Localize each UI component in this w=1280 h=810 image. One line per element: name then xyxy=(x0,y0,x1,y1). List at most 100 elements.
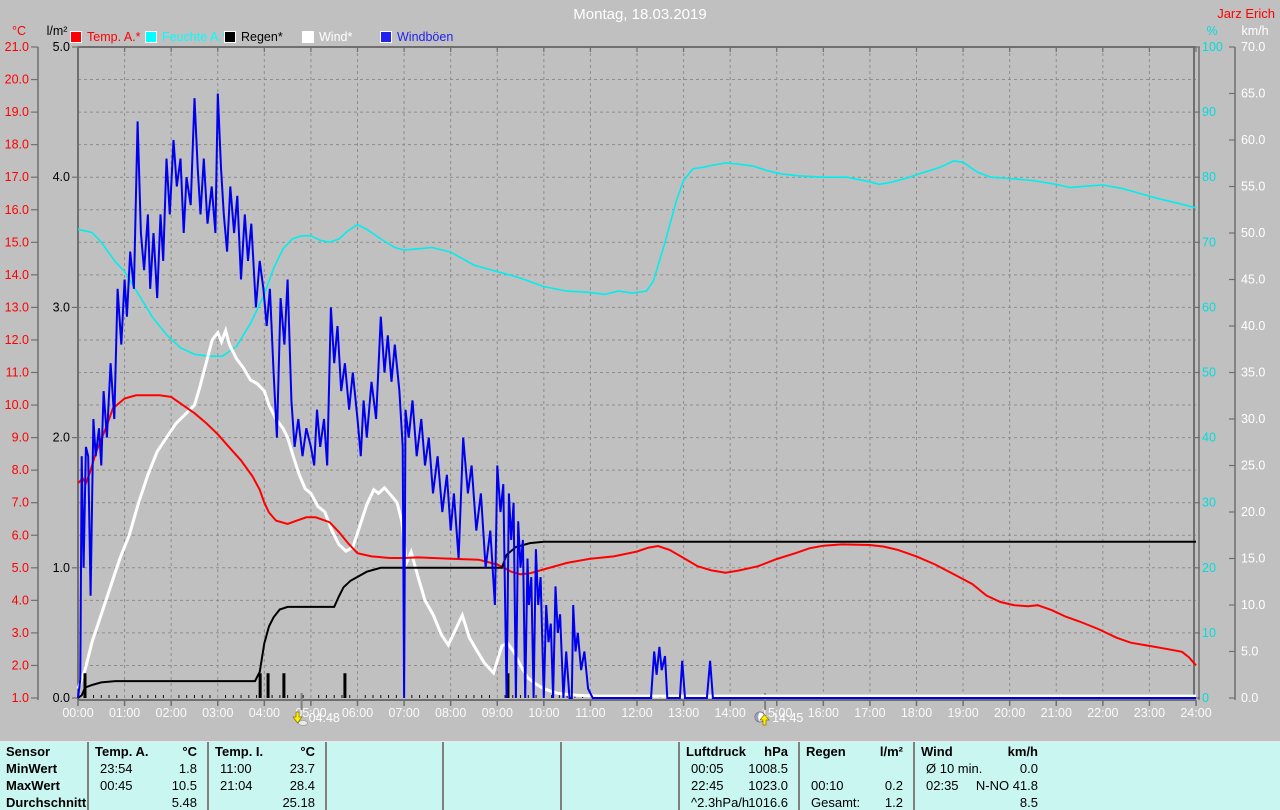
x-minute-tick xyxy=(302,695,304,698)
x-minute-tick xyxy=(341,695,343,698)
temp-axis-tick-label: 14.0 xyxy=(5,268,29,282)
x-minute-tick xyxy=(155,695,157,698)
x-minute-tick xyxy=(481,695,483,698)
x-minute-tick xyxy=(349,695,351,698)
x-axis-tick-label: 00:00 xyxy=(62,706,93,720)
x-minute-tick xyxy=(193,695,195,698)
x-minute-tick xyxy=(388,695,390,698)
temp-axis-tick-label: 11.0 xyxy=(6,366,29,380)
rain-intensity-bar xyxy=(343,673,347,698)
humidity-axis-tick-label: 20 xyxy=(1202,561,1216,575)
x-minute-tick xyxy=(558,695,560,698)
x-minute-tick xyxy=(473,695,475,698)
humidity-axis-tick-label: 10 xyxy=(1202,626,1216,640)
x-minute-tick xyxy=(294,695,296,698)
rain-axis-tick-label: 2.0 xyxy=(53,431,70,445)
x-minute-tick xyxy=(527,695,529,698)
weather-chart-plot: 21.0 20.0 19.0 18.0 17.0 16.0 15.0 14.0 13.0 12.0… xyxy=(5,40,1266,720)
x-axis-tick-label: 09:00 xyxy=(482,706,513,720)
stats-table: Sensor MinWert MaxWert Durchschnitt Temp. A.… xyxy=(0,741,1280,810)
x-axis-tick-label: 13:00 xyxy=(668,706,699,720)
rain-axis-tick-label: 1.0 xyxy=(53,561,70,575)
table-cell-value: 10.5 xyxy=(171,778,197,793)
table-cell-value: 23.7 xyxy=(289,761,315,776)
x-minute-tick xyxy=(100,695,102,698)
table-column-separator xyxy=(325,742,327,810)
x-axis-tick-label: 14:00 xyxy=(715,706,746,720)
x-minute-tick xyxy=(93,695,95,698)
x-minute-tick xyxy=(240,695,242,698)
windspeed-axis-tick-label: 50.0 xyxy=(1241,226,1265,240)
windspeed-axis-tick-label: 60.0 xyxy=(1241,133,1265,147)
table-column-separator xyxy=(207,742,209,810)
temp-axis-tick-label: 4.0 xyxy=(12,593,29,607)
table-cell-value: 1008.5 xyxy=(748,761,788,776)
temp-axis-tick-label: 5.0 xyxy=(12,561,29,575)
x-axis-tick-label: 21:00 xyxy=(1041,706,1072,720)
temp-axis-tick-label: 1.0 xyxy=(12,691,29,705)
x-minute-tick xyxy=(186,695,188,698)
table-column-unit: l/m² xyxy=(879,744,903,759)
table-cell-value: 25.18 xyxy=(282,795,315,810)
x-minute-tick xyxy=(279,695,281,698)
x-axis-tick-label: 08:00 xyxy=(435,706,466,720)
temp-axis-tick-label: 16.0 xyxy=(5,203,29,217)
x-minute-tick xyxy=(318,695,320,698)
moonrise-time-marker: 14:45 xyxy=(754,711,803,726)
windspeed-axis-tick-label: 20.0 xyxy=(1241,505,1265,519)
table-row-label: MinWert xyxy=(6,761,58,776)
x-minute-tick xyxy=(333,695,335,698)
table-cell-value: 28.4 xyxy=(289,778,315,793)
x-axis-tick-label: 10:00 xyxy=(528,706,559,720)
windspeed-axis-tick-label: 65.0 xyxy=(1241,87,1265,101)
x-axis-tick-label: 16:00 xyxy=(808,706,839,720)
x-axis-tick-label: 23:00 xyxy=(1134,706,1165,720)
x-axis-tick-label: 20:00 xyxy=(994,706,1025,720)
x-minute-tick xyxy=(271,695,273,698)
table-cell-value: 1016.6 xyxy=(748,795,788,810)
x-axis-tick-label: 07:00 xyxy=(388,706,419,720)
humidity-axis-tick-label: 60 xyxy=(1202,300,1216,314)
x-minute-tick xyxy=(147,695,149,698)
x-minute-tick xyxy=(535,695,537,698)
x-minute-tick xyxy=(232,695,234,698)
temp-axis-tick-label: 2.0 xyxy=(12,658,29,672)
x-minute-tick xyxy=(419,695,421,698)
x-minute-tick xyxy=(209,695,211,698)
x-minute-tick xyxy=(512,695,514,698)
x-minute-tick xyxy=(287,695,289,698)
table-column-separator xyxy=(442,742,444,810)
windspeed-axis-tick-label: 15.0 xyxy=(1241,552,1265,566)
x-minute-tick xyxy=(465,695,467,698)
temp-axis-tick-label: 9.0 xyxy=(12,431,29,445)
table-cell-value: 5.48 xyxy=(171,795,197,810)
windspeed-axis-tick-label: 25.0 xyxy=(1241,459,1265,473)
table-column-separator xyxy=(678,742,680,810)
table-cell-value: 1.2 xyxy=(884,795,903,810)
table-cell-value: 1023.0 xyxy=(748,778,788,793)
table-column-unit: hPa xyxy=(764,744,788,759)
sunrise-time-label: 04:48 xyxy=(308,711,340,725)
table-column-separator xyxy=(798,742,800,810)
temp-axis-tick-label: 20.0 xyxy=(5,73,29,87)
table-cell-value: 0.0 xyxy=(1019,761,1038,776)
x-axis-tick-label: 24:00 xyxy=(1180,706,1211,720)
table-row-label: Durchschnitt xyxy=(6,795,87,810)
humidity-axis-tick-label: 70 xyxy=(1202,235,1216,249)
temp-axis-tick-label: 10.0 xyxy=(5,398,29,412)
x-minute-tick xyxy=(225,695,227,698)
x-minute-tick xyxy=(520,695,522,698)
table-row-label: MaxWert xyxy=(6,778,60,793)
table-column-unit: °C xyxy=(182,744,197,759)
humidity-axis-tick-label: 50 xyxy=(1202,366,1216,380)
x-minute-tick xyxy=(395,695,397,698)
x-axis-tick-label: 12:00 xyxy=(621,706,652,720)
x-minute-tick xyxy=(426,695,428,698)
rain-intensity-bar xyxy=(83,673,87,698)
table-column-separator xyxy=(87,742,89,810)
windspeed-axis-tick-label: 35.0 xyxy=(1241,366,1265,380)
weather-station-window: Montag, 18.03.2019 Jarz Erich °C l/m² % … xyxy=(0,0,1280,810)
rain-axis-tick-label: 3.0 xyxy=(53,300,70,314)
temp-axis-tick-label: 15.0 xyxy=(5,235,29,249)
x-minute-tick xyxy=(380,695,382,698)
